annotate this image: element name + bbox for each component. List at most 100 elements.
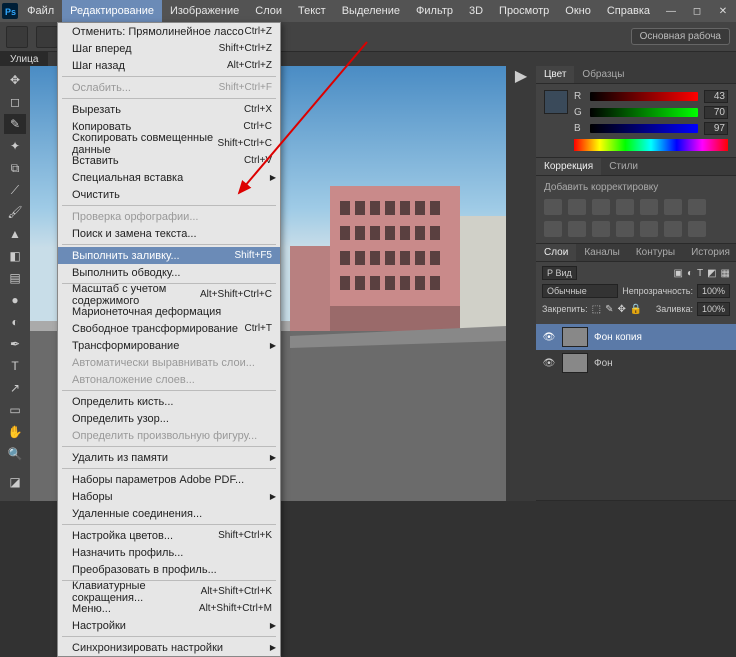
menu-файл[interactable]: Файл <box>19 0 62 22</box>
brush-tool[interactable]: 🖌 <box>4 202 26 222</box>
adjustment-icon[interactable] <box>544 221 562 237</box>
layer-row[interactable]: 👁Фон <box>536 350 736 376</box>
lock-icon[interactable]: ✥ <box>617 304 625 315</box>
path-tool[interactable]: ↗ <box>4 378 26 398</box>
menu-item[interactable]: Синхронизировать настройки▶ <box>58 639 280 656</box>
menu-справка[interactable]: Справка <box>599 0 658 22</box>
filter-icon[interactable]: ▦ <box>721 268 730 279</box>
fill-value[interactable]: 100% <box>697 302 730 316</box>
red-slider[interactable] <box>590 92 698 101</box>
menu-просмотр[interactable]: Просмотр <box>491 0 557 22</box>
tab-Контуры[interactable]: Контуры <box>628 244 683 261</box>
close-button[interactable]: ✕ <box>710 0 736 22</box>
tool-preset-icon[interactable] <box>6 26 28 48</box>
blue-slider[interactable] <box>590 124 698 133</box>
eyedropper-tool[interactable]: ⟋ <box>4 180 26 200</box>
adjustment-icon[interactable] <box>592 221 610 237</box>
wand-tool[interactable]: ✦ <box>4 136 26 156</box>
lock-icon[interactable]: 🔒 <box>630 304 642 315</box>
adjustment-icon[interactable] <box>568 199 586 215</box>
tab-adjustments[interactable]: Коррекция <box>536 158 601 175</box>
lock-icon[interactable]: ⬚ <box>592 304 601 315</box>
adjustment-icon[interactable] <box>688 199 706 215</box>
menu-item[interactable]: Марионеточная деформация <box>58 303 280 320</box>
menu-item[interactable]: Специальная вставка▶ <box>58 169 280 186</box>
workspace-switcher[interactable]: Основная рабоча <box>631 28 730 45</box>
menu-item[interactable]: Клавиатурные сокращения...Alt+Shift+Ctrl… <box>58 583 280 600</box>
menu-item[interactable]: Выполнить обводку... <box>58 264 280 281</box>
menu-item[interactable]: Выполнить заливку...Shift+F5 <box>58 247 280 264</box>
lock-icon[interactable]: ✎ <box>605 304 613 315</box>
tab-История[interactable]: История <box>683 244 736 261</box>
adjustment-icon[interactable] <box>664 199 682 215</box>
menu-item[interactable]: Очистить <box>58 186 280 203</box>
menu-item[interactable]: Шаг впередShift+Ctrl+Z <box>58 40 280 57</box>
spectrum-bar[interactable] <box>574 139 728 151</box>
menu-item[interactable]: Поиск и замена текста... <box>58 225 280 242</box>
lasso-tool[interactable]: ✎ <box>4 114 26 134</box>
dodge-tool[interactable]: ◐ <box>4 312 26 332</box>
menu-item[interactable]: Настройка цветов...Shift+Ctrl+K <box>58 527 280 544</box>
menu-item[interactable]: Скопировать совмещенные данныеShift+Ctrl… <box>58 135 280 152</box>
green-value[interactable]: 70 <box>704 106 728 119</box>
move-tool[interactable]: ✥ <box>4 70 26 90</box>
tab-Слои[interactable]: Слои <box>536 244 576 261</box>
menu-item[interactable]: Трансформирование▶ <box>58 337 280 354</box>
filter-icon[interactable]: ◐ <box>687 268 693 279</box>
menu-item[interactable]: Удалить из памяти▶ <box>58 449 280 466</box>
shape-tool[interactable]: ▭ <box>4 400 26 420</box>
maximize-button[interactable]: ◻ <box>684 0 710 22</box>
fg-color-swatch[interactable] <box>544 90 568 114</box>
tab-swatches[interactable]: Образцы <box>574 66 632 83</box>
menu-item[interactable]: Свободное трансформированиеCtrl+T <box>58 320 280 337</box>
menu-редактирование[interactable]: Редактирование <box>62 0 162 22</box>
layer-row[interactable]: 👁Фон копия <box>536 324 736 350</box>
menu-item[interactable]: ВырезатьCtrl+X <box>58 101 280 118</box>
adjustment-icon[interactable] <box>640 221 658 237</box>
menu-item[interactable]: Меню...Alt+Shift+Ctrl+M <box>58 600 280 617</box>
menu-фильтр[interactable]: Фильтр <box>408 0 461 22</box>
adjustment-icon[interactable] <box>688 221 706 237</box>
pen-tool[interactable]: ✒ <box>4 334 26 354</box>
menu-item[interactable]: ВставитьCtrl+V <box>58 152 280 169</box>
menu-3d[interactable]: 3D <box>461 0 491 22</box>
adjustment-icon[interactable] <box>640 199 658 215</box>
red-value[interactable]: 43 <box>704 90 728 103</box>
menu-item[interactable]: Определить кисть... <box>58 393 280 410</box>
eraser-tool[interactable]: ◧ <box>4 246 26 266</box>
type-tool[interactable]: T <box>4 356 26 376</box>
filter-icon[interactable]: ◩ <box>707 268 716 279</box>
visibility-icon[interactable]: 👁 <box>542 330 556 344</box>
blue-value[interactable]: 97 <box>704 122 728 135</box>
adjustment-icon[interactable] <box>616 199 634 215</box>
filter-icon[interactable]: T <box>697 268 703 279</box>
adjustment-icon[interactable] <box>568 221 586 237</box>
adjustment-icon[interactable] <box>616 221 634 237</box>
hand-tool[interactable]: ✋ <box>4 422 26 442</box>
menu-item[interactable]: Масштаб с учетом содержимогоAlt+Shift+Ct… <box>58 286 280 303</box>
adjustment-icon[interactable] <box>664 221 682 237</box>
visibility-icon[interactable]: 👁 <box>542 356 556 370</box>
stamp-tool[interactable]: ▲ <box>4 224 26 244</box>
gradient-tool[interactable]: ▤ <box>4 268 26 288</box>
menu-изображение[interactable]: Изображение <box>162 0 247 22</box>
fg-bg-swatch[interactable]: ◪ <box>4 472 26 492</box>
menu-item[interactable]: Настройки▶ <box>58 617 280 634</box>
layer-filter[interactable]: Р Вид <box>542 266 577 280</box>
menu-item[interactable]: Преобразовать в профиль... <box>58 561 280 578</box>
tab-styles[interactable]: Стили <box>601 158 646 175</box>
option-icon[interactable] <box>36 26 58 48</box>
menu-item[interactable]: Удаленные соединения... <box>58 505 280 522</box>
document-tab[interactable]: Улица <box>0 52 48 66</box>
menu-item[interactable]: Наборы параметров Adobe PDF... <box>58 471 280 488</box>
blur-tool[interactable]: ● <box>4 290 26 310</box>
tab-color[interactable]: Цвет <box>536 66 574 83</box>
adjustment-icon[interactable] <box>592 199 610 215</box>
menu-окно[interactable]: Окно <box>557 0 599 22</box>
menu-выделение[interactable]: Выделение <box>334 0 408 22</box>
opacity-value[interactable]: 100% <box>697 284 730 298</box>
zoom-tool[interactable]: 🔍 <box>4 444 26 464</box>
menu-слои[interactable]: Слои <box>247 0 290 22</box>
menu-item[interactable]: Назначить профиль... <box>58 544 280 561</box>
crop-tool[interactable]: ⧉ <box>4 158 26 178</box>
